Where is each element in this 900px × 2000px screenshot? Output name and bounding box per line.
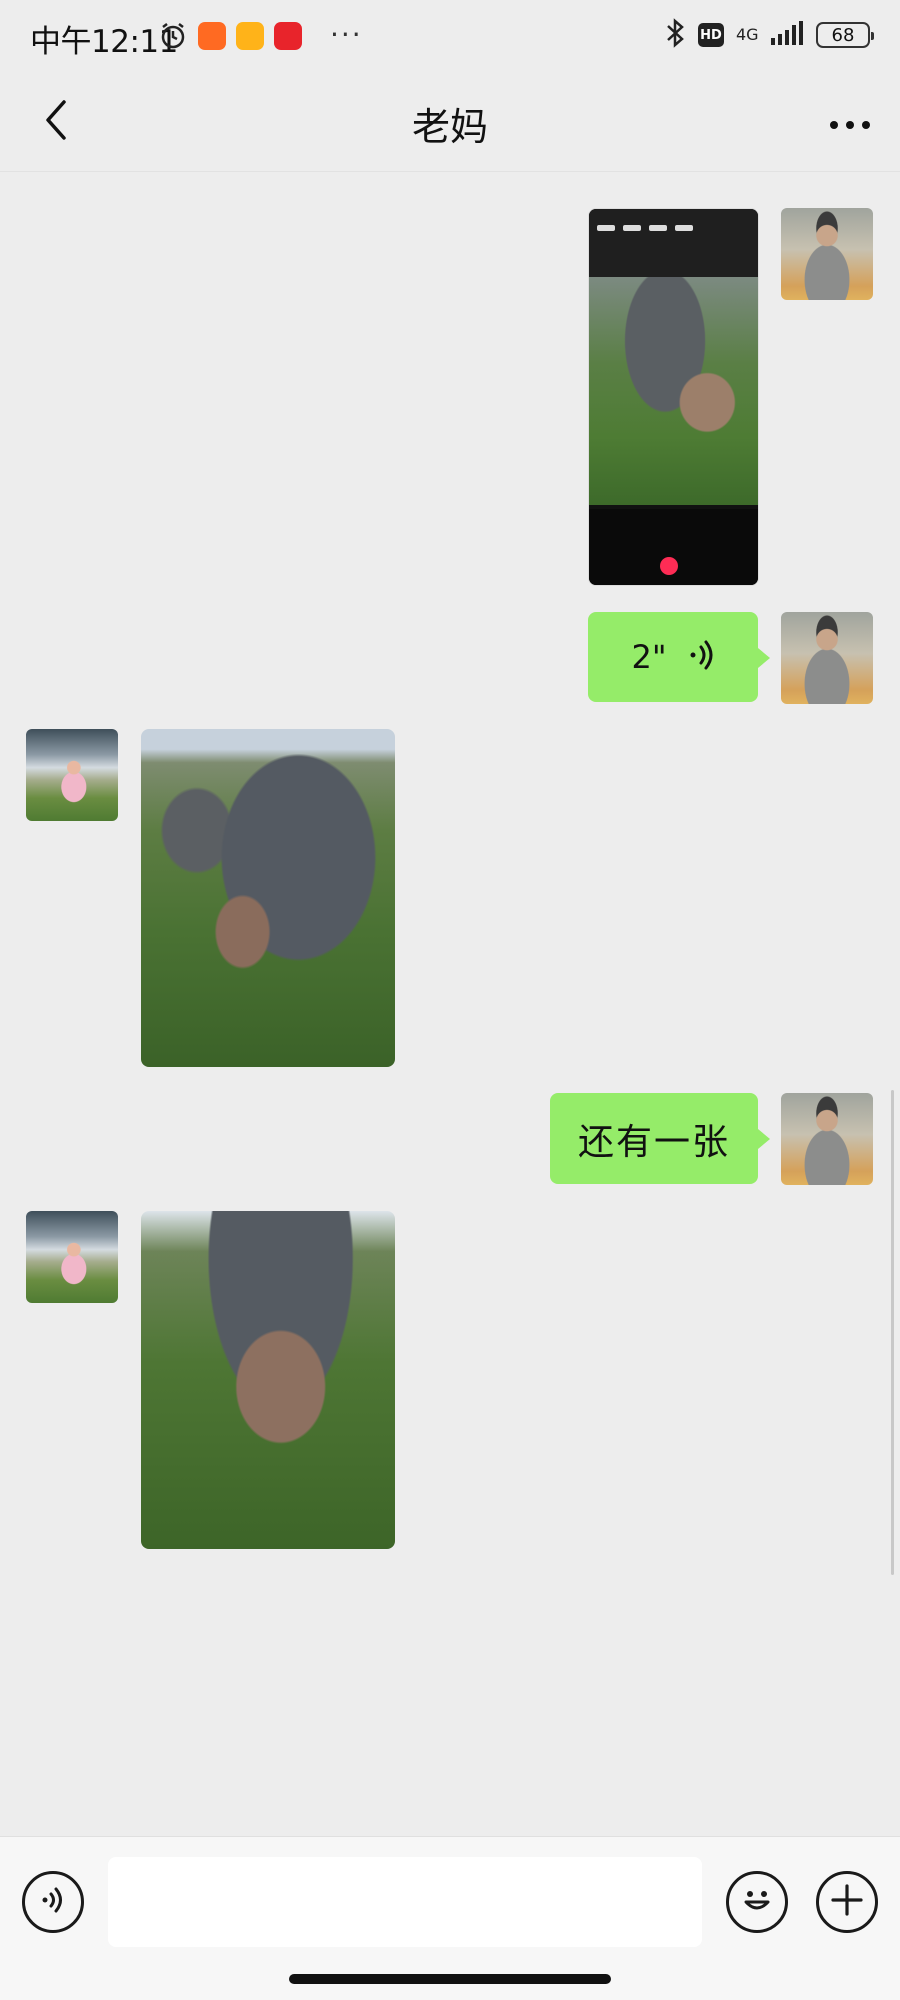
text-message-bubble[interactable]: 还有一张: [550, 1093, 770, 1184]
screenshot-top-bar: [589, 209, 758, 277]
more-dots-icon: [829, 115, 871, 134]
screenshot-bottom-bar: [589, 509, 758, 585]
my-avatar[interactable]: [781, 612, 873, 704]
emoji-icon: [735, 1878, 779, 1926]
screenshot-video-frame: [589, 277, 758, 505]
status-more-icon: ···: [330, 18, 363, 51]
scrollbar[interactable]: [891, 1090, 894, 1575]
battery-indicator: 68: [816, 22, 874, 48]
my-avatar[interactable]: [781, 1093, 873, 1185]
chat-header: 老妈: [0, 74, 900, 172]
voice-message-bubble[interactable]: 2": [588, 612, 770, 702]
plus-icon: [829, 1882, 865, 1922]
network-type: 4G: [736, 25, 759, 44]
signal-icon: [770, 20, 804, 50]
received-image-message[interactable]: [141, 729, 395, 1067]
bluetooth-icon: [664, 18, 686, 52]
notes-app-icon: [236, 22, 264, 50]
received-image-message[interactable]: [141, 1211, 395, 1549]
status-time: 中午12:11: [30, 24, 178, 60]
contact-avatar[interactable]: [26, 729, 118, 821]
my-avatar[interactable]: [781, 208, 873, 300]
status-bar: 中午12:11 ··· HD 4G 68: [0, 0, 900, 74]
more-options-button[interactable]: [822, 96, 878, 152]
voice-wave-icon: [689, 639, 715, 675]
more-functions-button[interactable]: [816, 1871, 878, 1933]
voice-duration: 2": [631, 638, 667, 676]
voice-mode-icon: [38, 1885, 68, 1919]
sent-image-message[interactable]: [588, 208, 759, 586]
emoji-button[interactable]: [726, 1871, 788, 1933]
home-indicator[interactable]: [289, 1974, 611, 1984]
alarm-icon: [158, 21, 188, 51]
hd-badge: HD: [698, 23, 724, 47]
mi-store-app-icon: [198, 22, 226, 50]
message-input[interactable]: [108, 1857, 702, 1947]
message-text: 还有一张: [577, 1121, 730, 1163]
voice-mode-button[interactable]: [22, 1871, 84, 1933]
red-app-icon: [274, 22, 302, 50]
chat-title: 老妈: [411, 105, 488, 149]
contact-avatar[interactable]: [26, 1211, 118, 1303]
